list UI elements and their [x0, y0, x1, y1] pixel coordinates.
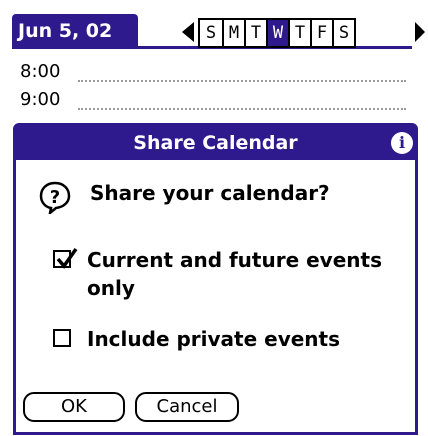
timeslot-row[interactable]: 8:00	[16, 60, 406, 84]
weekday-wednesday[interactable]: W	[266, 20, 288, 46]
weekday-monday[interactable]: M	[222, 20, 244, 46]
weekday-thursday[interactable]: T	[288, 20, 310, 46]
timeslot-dotted-line	[78, 80, 406, 82]
checkmark-icon	[56, 247, 78, 269]
weekday-tuesday[interactable]: T	[244, 20, 266, 46]
calendar-header: Jun 5, 02 S M T W T F S	[12, 14, 425, 49]
share-calendar-dialog: Share Calendar i ? Share your calendar? …	[13, 123, 418, 435]
cancel-button[interactable]: Cancel	[135, 392, 239, 422]
weekday-sunday[interactable]: S	[200, 20, 222, 46]
weekday-friday[interactable]: F	[310, 20, 332, 46]
dialog-titlebar: Share Calendar i	[16, 126, 415, 160]
timeslot-label: 8:00	[20, 61, 61, 82]
svg-text:?: ?	[50, 187, 60, 208]
dialog-question: Share your calendar?	[90, 181, 330, 205]
ok-button[interactable]: OK	[23, 392, 125, 422]
weekday-saturday[interactable]: S	[332, 20, 354, 46]
timeslot-dotted-line	[78, 108, 406, 110]
previous-week-arrow-icon[interactable]	[182, 22, 194, 42]
next-week-arrow-icon[interactable]	[415, 22, 425, 42]
timeslot-row[interactable]: 9:00	[16, 88, 406, 112]
question-mark-icon: ?	[38, 180, 72, 217]
private-events-checkbox[interactable]	[53, 329, 71, 347]
weekday-selector: S M T W T F S	[198, 18, 356, 48]
timeslot-label: 9:00	[20, 89, 61, 110]
current-future-label: Current and future events only	[87, 248, 382, 300]
date-selector[interactable]: Jun 5, 02	[12, 14, 138, 48]
info-icon[interactable]: i	[391, 132, 413, 154]
dialog-title: Share Calendar	[133, 132, 298, 154]
current-future-checkbox[interactable]	[53, 247, 78, 269]
private-events-label: Include private events	[87, 327, 340, 351]
